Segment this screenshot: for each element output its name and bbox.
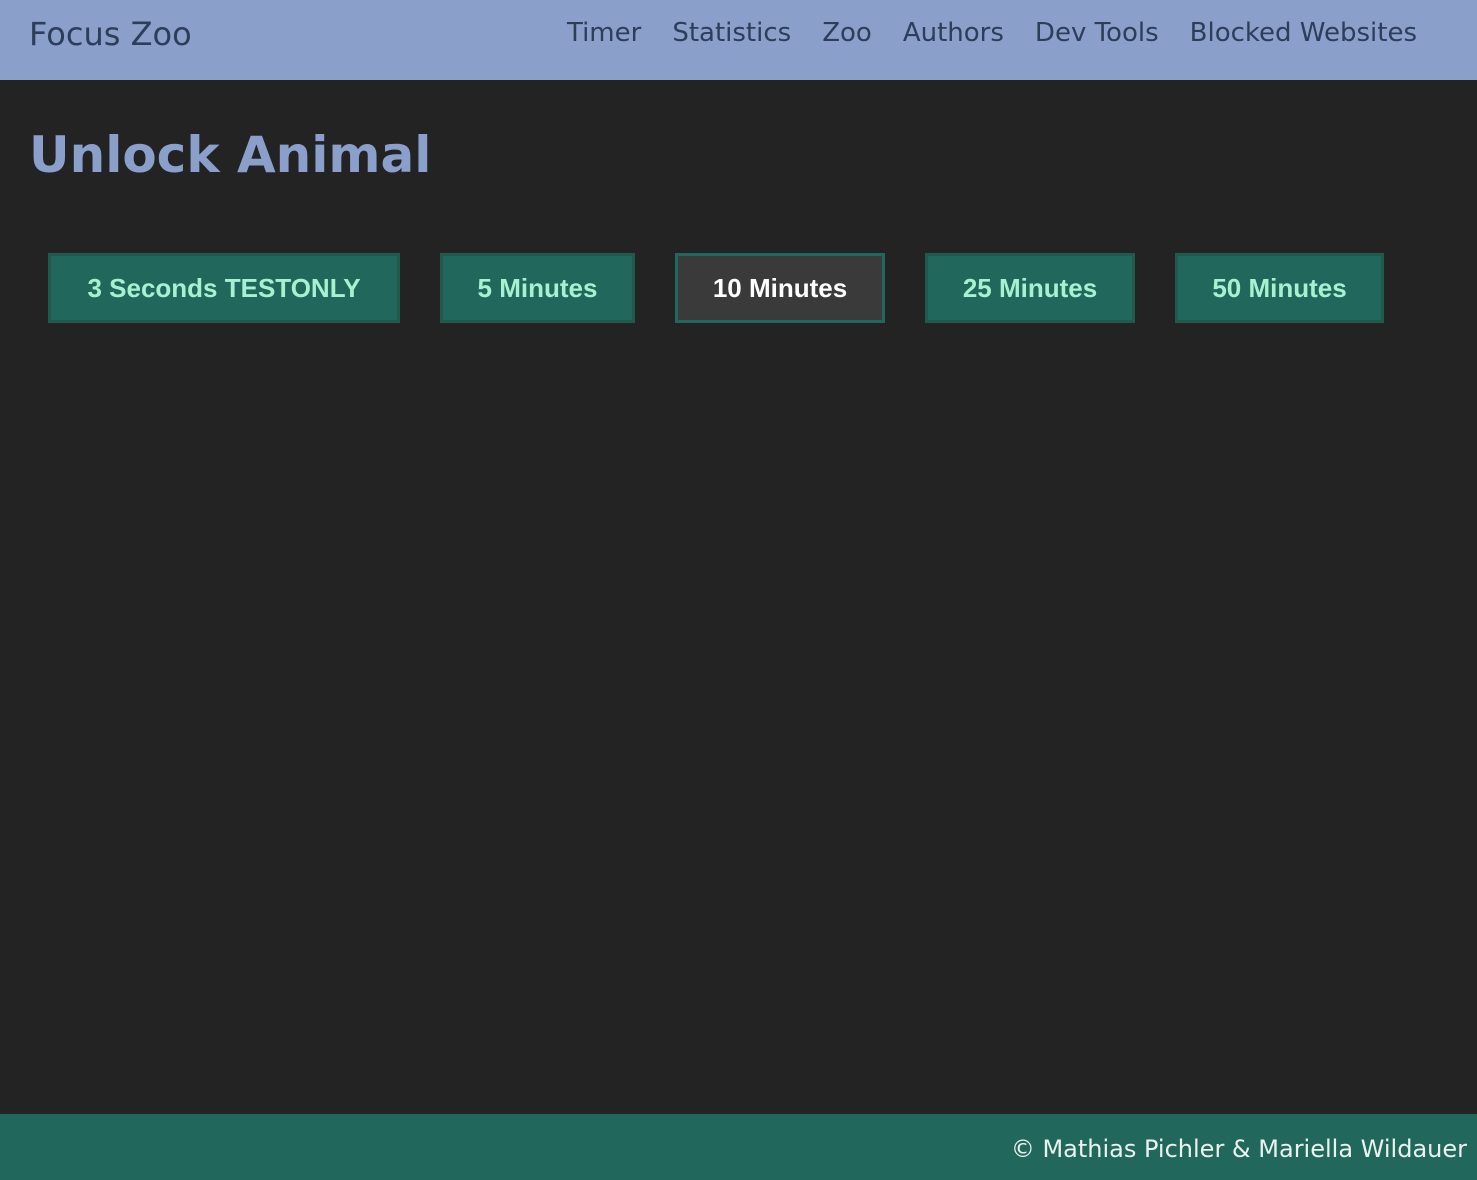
duration-button-10-minutes[interactable]: 10 Minutes bbox=[675, 253, 885, 323]
page-title: Unlock Animal bbox=[29, 126, 432, 184]
nav-link-statistics[interactable]: Statistics bbox=[672, 18, 791, 48]
nav-link-dev-tools[interactable]: Dev Tools bbox=[1035, 18, 1159, 48]
nav-link-zoo[interactable]: Zoo bbox=[822, 18, 872, 48]
brand-link[interactable]: Focus Zoo bbox=[29, 15, 192, 53]
navbar: Focus Zoo Timer Statistics Zoo Authors D… bbox=[0, 0, 1477, 80]
duration-button-5-minutes[interactable]: 5 Minutes bbox=[440, 253, 635, 323]
footer: © Mathias Pichler & Mariella Wildauer bbox=[0, 1114, 1477, 1180]
duration-button-50-minutes[interactable]: 50 Minutes bbox=[1175, 253, 1384, 323]
duration-button-3-seconds[interactable]: 3 Seconds TESTONLY bbox=[48, 253, 400, 323]
nav-link-timer[interactable]: Timer bbox=[567, 18, 641, 48]
nav-link-authors[interactable]: Authors bbox=[903, 18, 1004, 48]
nav-links: Timer Statistics Zoo Authors Dev Tools B… bbox=[567, 18, 1417, 48]
copyright-text: © Mathias Pichler & Mariella Wildauer bbox=[1010, 1135, 1467, 1163]
nav-link-blocked-websites[interactable]: Blocked Websites bbox=[1190, 18, 1417, 48]
duration-button-25-minutes[interactable]: 25 Minutes bbox=[925, 253, 1135, 323]
